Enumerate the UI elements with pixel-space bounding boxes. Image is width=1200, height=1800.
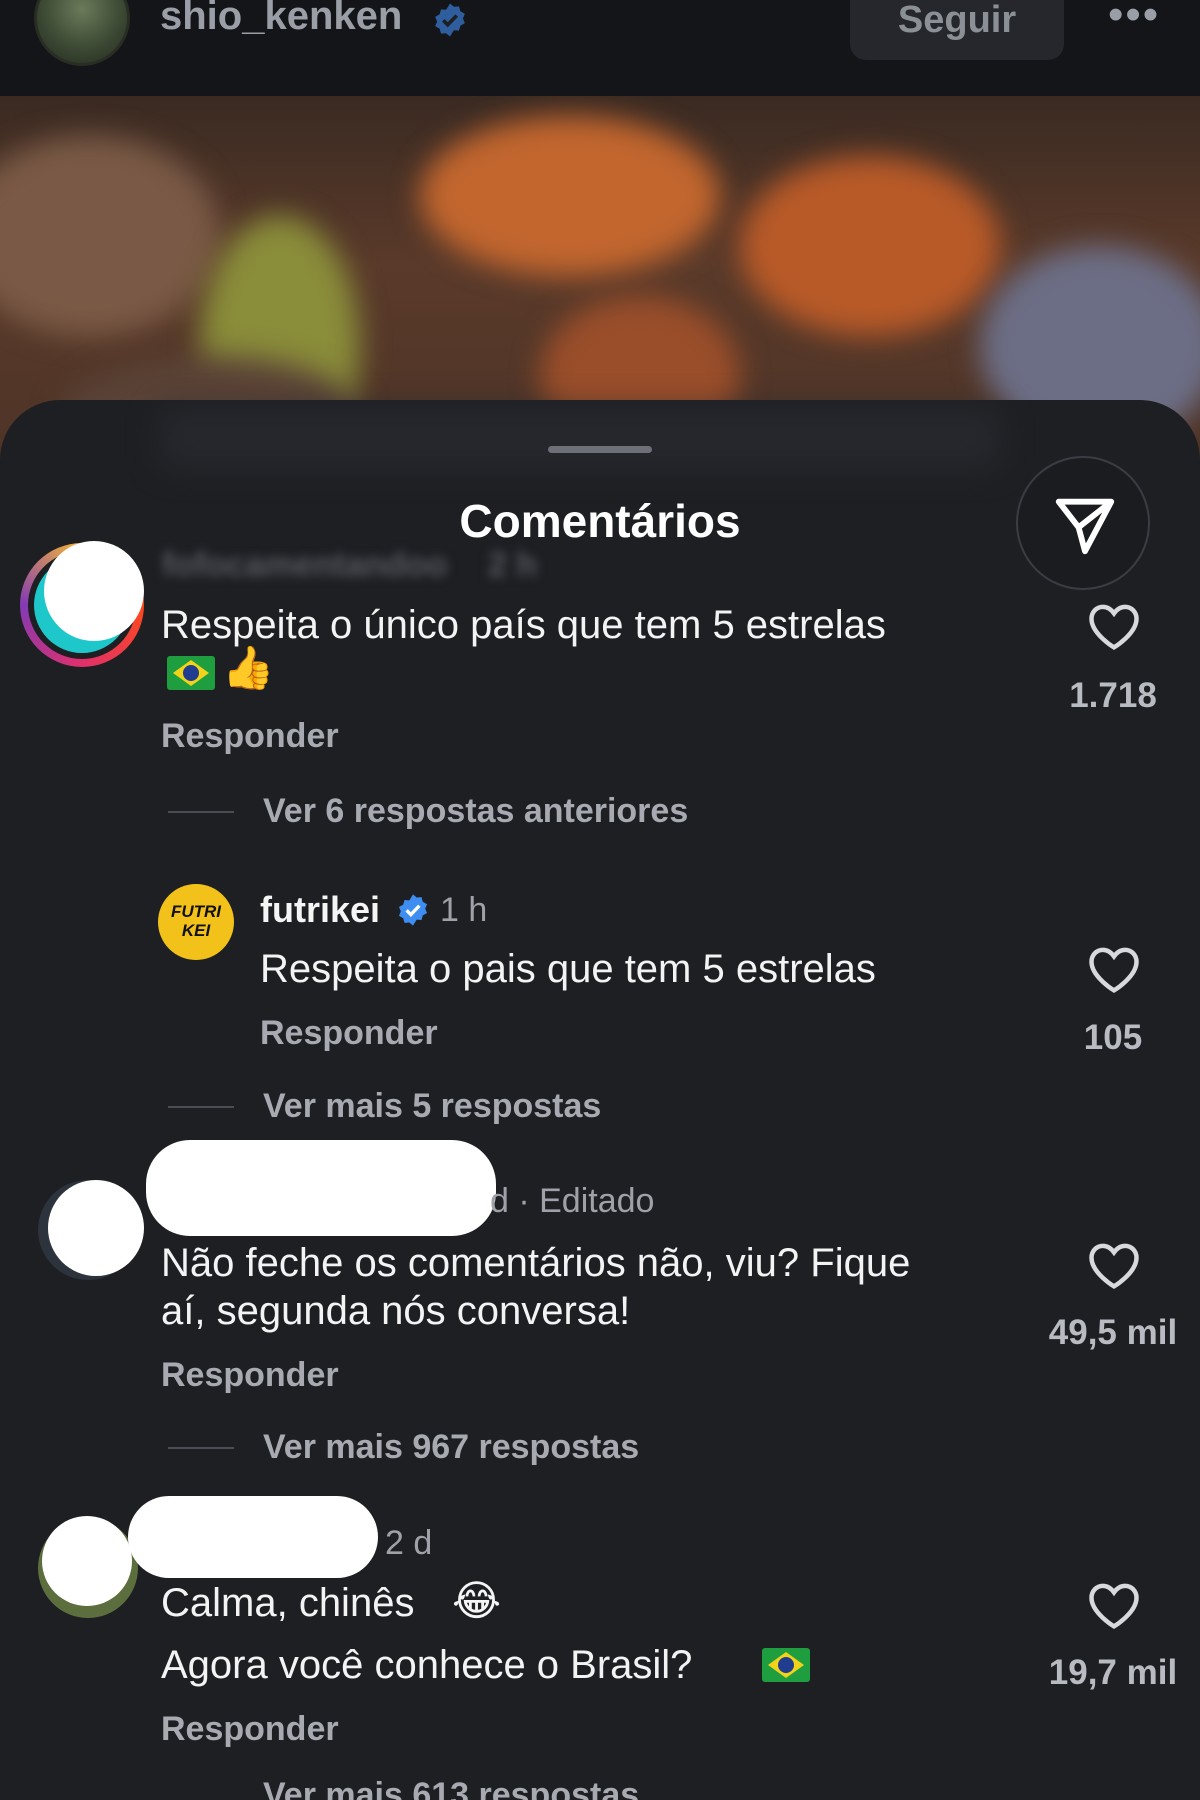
like-count: 19,7 mil: [1048, 1653, 1178, 1692]
comment-avatar[interactable]: [38, 1180, 144, 1280]
redacted-username: [128, 1496, 378, 1578]
reply-button[interactable]: Responder: [260, 1014, 438, 1053]
send-icon: [1055, 498, 1115, 555]
thread-line: [168, 1447, 234, 1449]
comment-time: 2 h: [488, 546, 538, 584]
brazil-flag-icon: [167, 656, 215, 690]
follow-button[interactable]: Seguir: [850, 0, 1064, 60]
reply-text: Respeita o pais que tem 5 estrelas: [260, 947, 876, 991]
view-replies-button[interactable]: Ver mais 5 respostas: [263, 1087, 601, 1126]
share-button[interactable]: [1016, 456, 1150, 590]
reply-button[interactable]: Responder: [161, 1710, 339, 1749]
reply-button[interactable]: Responder: [161, 717, 339, 756]
comment-text: Calma, chinês: [161, 1581, 415, 1625]
laughing-emoji: 😂: [452, 1577, 502, 1624]
avatar-text: FUTRI KEI: [170, 902, 222, 940]
view-replies-button[interactable]: Ver mais 967 respostas: [263, 1428, 639, 1467]
view-replies-button[interactable]: Ver 6 respostas anteriores: [263, 792, 688, 831]
reply-time: 1 h: [440, 891, 488, 929]
like-count: 49,5 mil: [1048, 1313, 1178, 1352]
view-replies-button[interactable]: Ver mais 613 respostas: [263, 1776, 639, 1800]
heart-icon[interactable]: [1087, 1240, 1141, 1290]
sheet-shadow: [160, 408, 1000, 468]
post-author-avatar[interactable]: [34, 0, 130, 66]
thread-line: [168, 811, 234, 813]
comment-avatar[interactable]: [38, 1516, 138, 1618]
comment-text: Respeita o único país que tem 5 estrelas: [161, 603, 886, 647]
comment-text: Não feche os comentários não, viu? Fique: [161, 1241, 911, 1285]
drag-handle[interactable]: [548, 446, 652, 453]
thread-line: [168, 1106, 234, 1108]
verified-badge-icon: [435, 3, 465, 37]
heart-icon[interactable]: [1087, 601, 1141, 651]
comment-username[interactable]: fofocamentandoo: [162, 546, 447, 584]
verified-badge-icon: [398, 894, 428, 926]
redacted-username: [146, 1140, 496, 1236]
heart-icon[interactable]: [1087, 1580, 1141, 1630]
comment-meta: 2 d: [385, 1524, 433, 1562]
heart-icon[interactable]: [1087, 944, 1141, 994]
reply-avatar[interactable]: FUTRI KEI: [158, 884, 234, 960]
more-options-icon[interactable]: •••: [1108, 0, 1160, 40]
comment-meta: d · Editado: [490, 1182, 655, 1220]
like-count: 105: [1083, 1018, 1143, 1057]
comment-text: aí, segunda nós conversa!: [161, 1289, 631, 1333]
brazil-flag-icon: [762, 1648, 810, 1682]
comment-avatar[interactable]: [20, 541, 144, 667]
post-author-username[interactable]: shio_kenken: [160, 0, 402, 39]
thumbs-up-emoji: 👍: [222, 644, 275, 691]
reply-username[interactable]: futrikei: [260, 889, 380, 931]
reply-button[interactable]: Responder: [161, 1356, 339, 1395]
post-header: shio_kenken Seguir •••: [0, 0, 1200, 96]
comment-text: Agora você conhece o Brasil?: [161, 1643, 693, 1687]
like-count: 1.718: [1069, 676, 1157, 715]
